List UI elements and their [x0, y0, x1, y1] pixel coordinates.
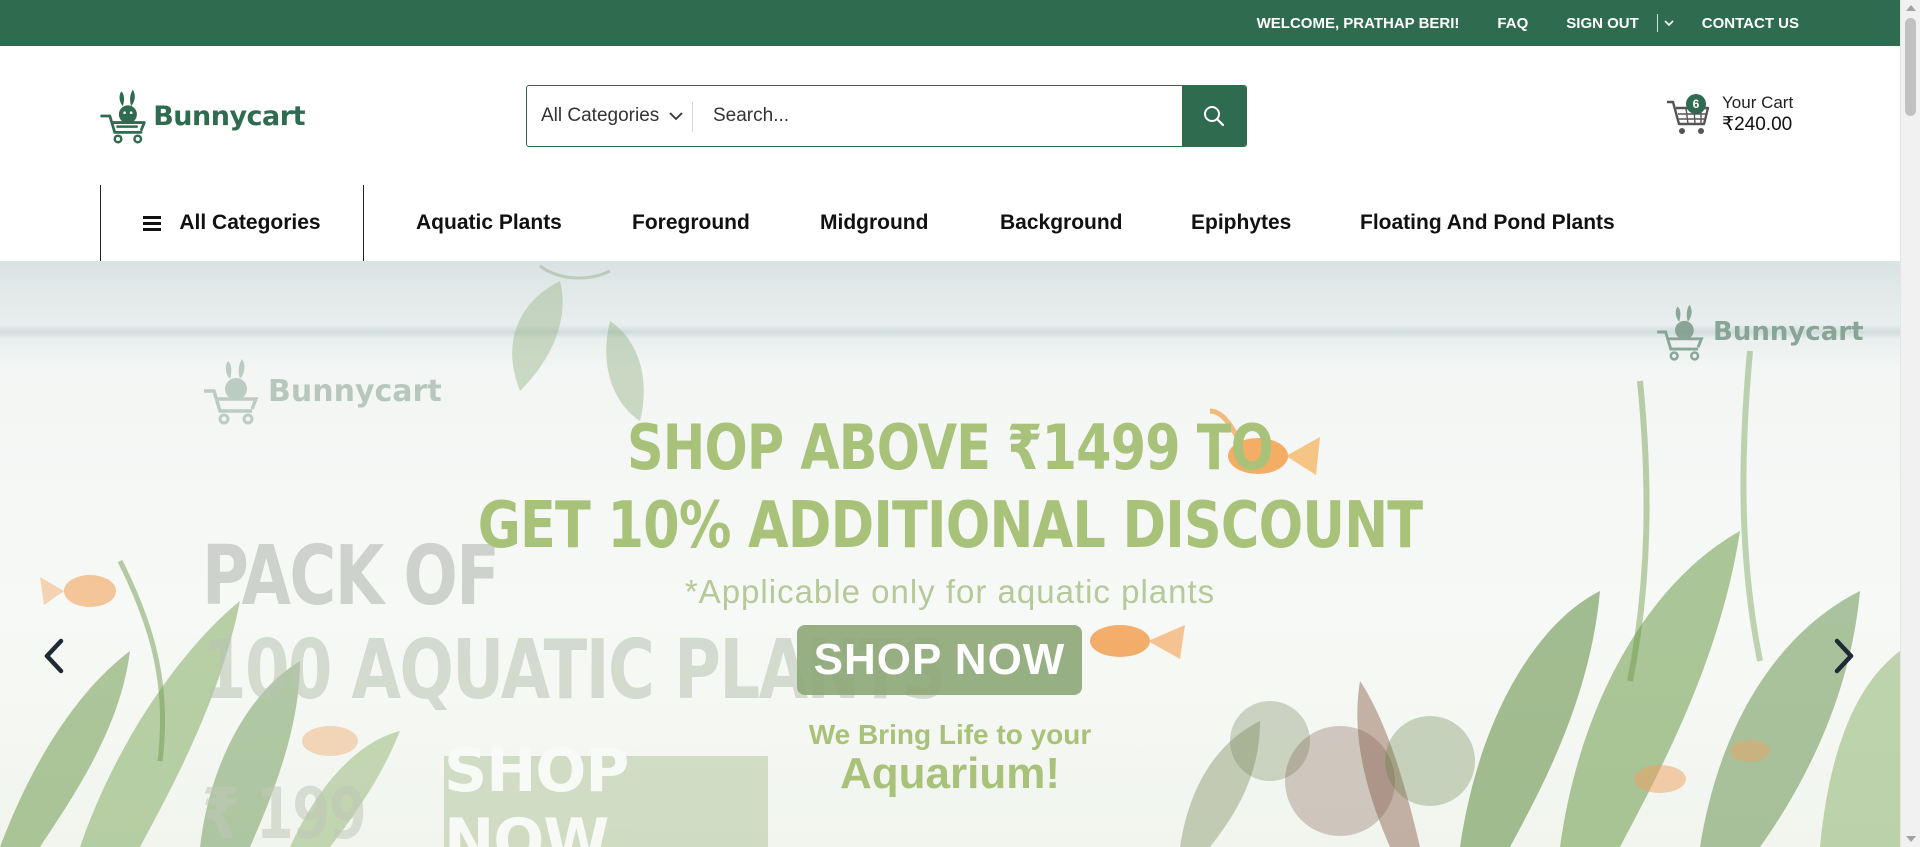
cart-icon: 6 [1666, 90, 1710, 138]
cart-summary: Your Cart ₹240.00 [1722, 92, 1793, 137]
category-select[interactable]: All Categories [527, 86, 693, 146]
chevron-down-icon [669, 112, 683, 121]
page-scrollbar[interactable] [1900, 0, 1920, 847]
sign-out-link[interactable]: SIGN OUT [1566, 15, 1639, 32]
hero-banner[interactable]: Bunnycart Bunnycart PACK OF 100 AQUATIC … [0, 261, 1900, 847]
search-icon [1204, 106, 1225, 127]
shop-now-button[interactable]: SHOP NOW [797, 625, 1082, 695]
welcome-link[interactable]: WELCOME, PRATHAP BERI! [1257, 15, 1460, 32]
all-categories-label: All Categories [179, 211, 321, 234]
search-button[interactable] [1182, 86, 1246, 146]
brand-name: Bunnycart [153, 100, 305, 132]
faq-link[interactable]: FAQ [1497, 15, 1528, 32]
scroll-up-arrow-icon[interactable] [1906, 5, 1916, 11]
language-dropdown[interactable] [1656, 14, 1674, 32]
search-input[interactable] [693, 86, 1182, 146]
promo-headline-line1: SHOP ABOVE ₹1499 TO [627, 411, 1274, 484]
scrollbar-thumb[interactable] [1905, 18, 1916, 116]
tagline-line1: We Bring Life to your [808, 719, 1092, 750]
cart-count-badge: 6 [1686, 94, 1706, 114]
promo-headline-line2: GET 10% ADDITIONAL DISCOUNT [477, 489, 1423, 563]
nav-item-midground[interactable]: Midground [820, 185, 928, 261]
menu-icon [143, 216, 162, 231]
watermark-brand-name: Bunnycart [268, 373, 442, 409]
main-nav: All Categories Aquatic Plants Foreground… [0, 185, 1900, 261]
brand-logo[interactable]: Bunnycart [100, 82, 305, 150]
all-categories-button[interactable]: All Categories [100, 185, 364, 261]
watermark-brand-name: Bunnycart [1713, 317, 1864, 347]
chevron-right-icon [1834, 638, 1854, 674]
nav-item-floating-and-pond-plants[interactable]: Floating And Pond Plants [1360, 185, 1615, 261]
search-bar: All Categories [526, 85, 1247, 147]
cart-widget[interactable]: 6 Your Cart ₹240.00 [1666, 86, 1793, 142]
cart-label: Your Cart [1722, 92, 1794, 112]
category-select-value: All Categories [541, 105, 660, 126]
scroll-down-arrow-icon[interactable] [1906, 836, 1916, 842]
cart-total: ₹240.00 [1722, 113, 1793, 135]
top-bar: WELCOME, PRATHAP BERI! FAQ SIGN OUT CONT… [0, 0, 1900, 46]
promo-note: *Applicable only for aquatic plants [684, 573, 1216, 610]
chevron-left-icon [44, 638, 64, 674]
bunny-cart-icon [1657, 304, 1704, 361]
contact-us-link[interactable]: CONTACT US [1702, 15, 1799, 32]
nav-item-background[interactable]: Background [1000, 185, 1123, 261]
nav-item-aquatic-plants[interactable]: Aquatic Plants [416, 185, 562, 261]
top-links: WELCOME, PRATHAP BERI! FAQ SIGN OUT CONT… [1257, 0, 1799, 46]
watermark-logo: Bunnycart [1655, 303, 1864, 361]
chevron-down-icon [1664, 20, 1674, 27]
carousel-next-button[interactable] [1824, 626, 1864, 686]
tagline-line2: Aquarium! [840, 749, 1060, 798]
bunny-cart-icon [100, 89, 146, 144]
nav-item-epiphytes[interactable]: Epiphytes [1191, 185, 1291, 261]
nav-item-foreground[interactable]: Foreground [632, 185, 750, 261]
page: WELCOME, PRATHAP BERI! FAQ SIGN OUT CONT… [0, 0, 1920, 847]
carousel-prev-button[interactable] [34, 626, 74, 686]
divider [1656, 14, 1658, 32]
